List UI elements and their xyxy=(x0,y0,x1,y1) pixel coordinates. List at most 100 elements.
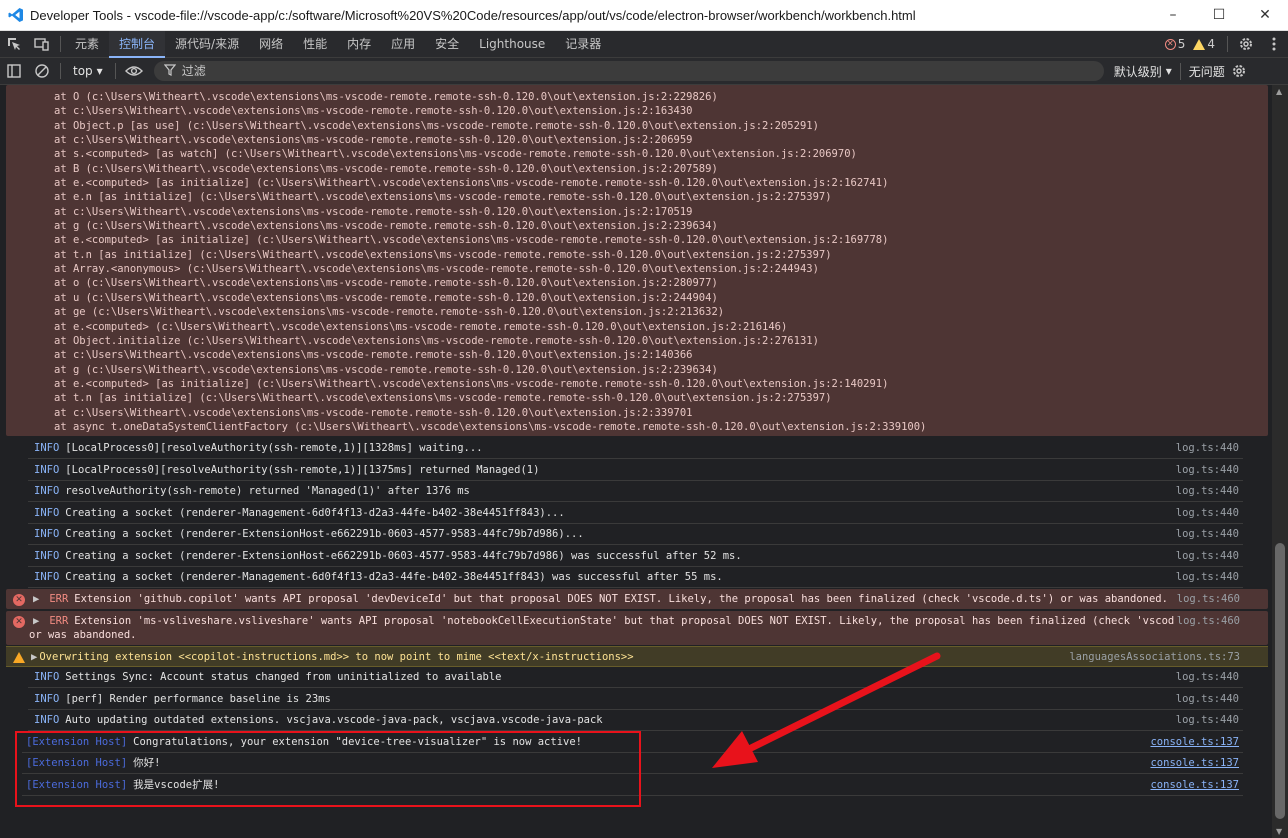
warning-icon xyxy=(13,652,25,663)
tab-elements[interactable]: 元素 xyxy=(65,31,109,58)
log-row[interactable]: INFO resolveAuthority(ssh-remote) return… xyxy=(28,481,1243,503)
stack-line: at g (c:\Users\Witheart\.vscode\extensio… xyxy=(54,220,718,233)
log-source-link[interactable]: log.ts:440 xyxy=(1176,546,1243,566)
expand-triangle-icon[interactable]: ▶ xyxy=(31,647,37,666)
tab-application[interactable]: 应用 xyxy=(381,31,425,58)
log-level: INFO xyxy=(34,714,60,726)
log-level: INFO xyxy=(34,442,60,454)
log-source-link[interactable]: console.ts:137 xyxy=(1150,753,1243,773)
log-level: INFO xyxy=(34,485,60,497)
console-toolbar: top ▾ 默认级别 ▾ 无问题 xyxy=(0,58,1288,85)
log-source-link[interactable]: log.ts:460 xyxy=(1174,589,1240,609)
console-output[interactable]: at O (c:\Users\Witheart\.vscode\extensio… xyxy=(0,85,1272,838)
scroll-up-arrow-icon[interactable]: ▲ xyxy=(1276,87,1282,96)
window-title-bar: Developer Tools - vscode-file://vscode-a… xyxy=(0,0,1288,31)
clear-console-icon[interactable] xyxy=(28,58,56,85)
log-level: INFO xyxy=(34,463,60,476)
log-row[interactable]: INFO Auto updating outdated extensions. … xyxy=(28,710,1243,732)
stack-line: at e.<computed> [as initialize] (c:\User… xyxy=(54,234,889,247)
stack-line: at e.<computed> [as initialize] (c:\User… xyxy=(54,177,889,190)
devtools-tab-bar: 元素 控制台 源代码/来源 网络 性能 内存 应用 安全 Lighthouse … xyxy=(0,30,1288,58)
warning-log-row[interactable]: ▶ Overwriting extension <<copilot-instru… xyxy=(6,646,1268,667)
log-source-link[interactable]: log.ts:440 xyxy=(1176,567,1243,587)
minimize-button[interactable]: – xyxy=(1150,0,1196,31)
stack-line: at Array.<anonymous> (c:\Users\Witheart\… xyxy=(54,263,819,276)
console-scrollbar[interactable]: ▲ ▼ xyxy=(1272,85,1288,838)
context-selector[interactable]: top ▾ xyxy=(65,64,111,78)
console-settings-gear-icon[interactable] xyxy=(1225,58,1253,85)
filter-input[interactable] xyxy=(181,64,1042,78)
log-row[interactable]: INFO [perf] Render performance baseline … xyxy=(28,689,1243,710)
tab-performance[interactable]: 性能 xyxy=(293,31,337,58)
log-levels-dropdown[interactable]: 默认级别 ▾ xyxy=(1114,63,1172,80)
log-level: INFO xyxy=(34,528,60,540)
error-count-badge[interactable]: ✕ 5 xyxy=(1164,37,1185,51)
settings-gear-icon[interactable] xyxy=(1232,31,1260,58)
scrollbar-thumb[interactable] xyxy=(1275,543,1285,819)
error-icon: ✕ xyxy=(13,594,25,606)
stack-line: at e.<computed> [as initialize] (c:\User… xyxy=(54,377,889,390)
stack-line: at e.<computed> (c:\Users\Witheart\.vsco… xyxy=(54,320,788,333)
live-expression-eye-icon[interactable] xyxy=(120,58,148,85)
log-message: Extension 'ms-vsliveshare.vsliveshare' w… xyxy=(74,615,1174,627)
more-options-icon[interactable] xyxy=(1260,31,1288,58)
log-source-link[interactable]: log.ts:460 xyxy=(1174,614,1240,645)
close-button[interactable]: ✕ xyxy=(1242,0,1288,31)
log-source-link[interactable]: console.ts:137 xyxy=(1150,732,1243,752)
tab-memory[interactable]: 内存 xyxy=(337,31,381,58)
issues-button[interactable]: 无问题 xyxy=(1179,62,1225,80)
log-message: Settings Sync: Account status changed fr… xyxy=(65,671,502,683)
log-levels-label: 默认级别 xyxy=(1113,64,1162,79)
log-row[interactable]: INFO Creating a socket (renderer-Managem… xyxy=(28,503,1243,524)
log-row[interactable]: INFO Creating a socket (renderer-Managem… xyxy=(28,567,1243,589)
toolbar-divider xyxy=(60,63,61,79)
log-level: INFO xyxy=(34,549,60,562)
log-row[interactable]: INFO Creating a socket (renderer-Extensi… xyxy=(28,546,1243,567)
error-icon: ✕ xyxy=(1164,38,1176,50)
filter-field[interactable] xyxy=(153,61,1104,81)
stack-line: at async t.oneDataSystemClientFactory (c… xyxy=(54,420,927,433)
log-source-link[interactable]: log.ts:440 xyxy=(1176,460,1243,480)
stack-line: at t.n [as initialize] (c:\Users\Withear… xyxy=(54,392,832,405)
tab-sources[interactable]: 源代码/来源 xyxy=(165,31,249,58)
maximize-button[interactable]: ☐ xyxy=(1196,0,1242,31)
log-message: [perf] Render performance baseline is 23… xyxy=(65,692,331,705)
log-source-link[interactable]: log.ts:440 xyxy=(1176,503,1243,523)
log-source-link[interactable]: log.ts:440 xyxy=(1176,710,1243,730)
log-message: Auto updating outdated extensions. vscja… xyxy=(65,714,603,726)
log-source-link[interactable]: log.ts:440 xyxy=(1176,689,1243,709)
log-source-link[interactable]: log.ts:440 xyxy=(1176,524,1243,544)
sidebar-toggle-icon[interactable] xyxy=(0,58,28,85)
scroll-down-arrow-icon[interactable]: ▼ xyxy=(1276,827,1282,836)
stack-line: at c:\Users\Witheart\.vscode\extensions\… xyxy=(54,105,693,118)
log-row[interactable]: INFO [LocalProcess0][resolveAuthority(ss… xyxy=(28,460,1243,481)
log-row[interactable]: INFO [LocalProcess0][resolveAuthority(ss… xyxy=(28,438,1243,460)
device-toolbar-icon[interactable] xyxy=(28,31,56,58)
log-row[interactable]: INFO Creating a socket (renderer-Extensi… xyxy=(28,524,1243,546)
log-message: Overwriting extension <<copilot-instruct… xyxy=(39,651,634,663)
log-source-link[interactable]: log.ts:440 xyxy=(1176,481,1243,501)
warning-count-badge[interactable]: 4 xyxy=(1193,37,1215,51)
inspect-element-icon[interactable] xyxy=(0,31,28,58)
tab-console[interactable]: 控制台 xyxy=(109,30,166,58)
stack-line: at B (c:\Users\Witheart\.vscode\extensio… xyxy=(54,162,718,175)
log-message: [LocalProcess0][resolveAuthority(ssh-rem… xyxy=(65,463,540,476)
log-row[interactable]: INFO Settings Sync: Account status chang… xyxy=(28,667,1243,689)
log-source-link[interactable]: console.ts:137 xyxy=(1150,775,1243,795)
log-source-link[interactable]: languagesAssociations.ts:73 xyxy=(1069,647,1240,666)
log-source-link[interactable]: log.ts:440 xyxy=(1176,438,1243,458)
expand-triangle-icon[interactable]: ▶ xyxy=(33,589,39,609)
log-message: Extension 'github.copilot' wants API pro… xyxy=(74,593,1168,605)
vscode-logo-icon xyxy=(8,8,23,22)
tab-lighthouse[interactable]: Lighthouse xyxy=(469,31,555,58)
log-message: Creating a socket (renderer-Management-6… xyxy=(65,571,723,583)
error-log-row[interactable]: ✕ ▶ ERR Extension 'github.copilot' wants… xyxy=(6,589,1268,609)
log-source-link[interactable]: log.ts:440 xyxy=(1176,667,1243,687)
error-log-row[interactable]: ✕ ▶ ERR Extension 'ms-vsliveshare.vslive… xyxy=(6,611,1268,645)
toolbar-divider xyxy=(60,36,61,52)
tab-network[interactable]: 网络 xyxy=(249,31,293,58)
tab-security[interactable]: 安全 xyxy=(425,31,469,58)
tab-recorder[interactable]: 记录器 xyxy=(555,31,611,58)
log-level: INFO xyxy=(34,692,60,705)
chevron-down-icon: ▾ xyxy=(1165,64,1172,78)
